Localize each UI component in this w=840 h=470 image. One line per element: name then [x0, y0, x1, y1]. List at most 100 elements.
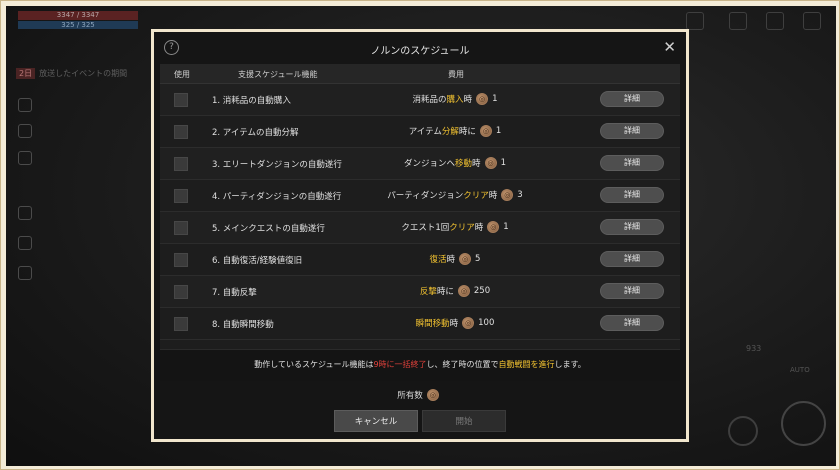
cost-amount: 250	[473, 286, 491, 296]
skill-slot[interactable]	[728, 416, 758, 446]
mp-bar: 325 / 325	[18, 21, 138, 29]
cost-action: 復活	[429, 255, 447, 265]
cost-cell: アイテム 分解 時に ◎ 1	[340, 125, 570, 137]
event-badge: 2日	[16, 68, 36, 79]
cost-prefix: クエスト1回	[401, 223, 450, 233]
cost-action: クリア	[449, 223, 475, 233]
notice-auto-battle: 自動戦闘を進行	[498, 360, 555, 369]
skill-icon[interactable]	[18, 124, 32, 138]
auto-label[interactable]: AUTO	[790, 366, 810, 374]
notice-part-1: 動作しているスケジュール機能は	[254, 360, 374, 369]
detail-button[interactable]: 詳細	[600, 91, 664, 107]
notice-part-2: し、終了時の位置で	[426, 360, 499, 369]
detail-button[interactable]: 詳細	[600, 283, 664, 299]
schedule-table: 使用 支援スケジュール機能 費用 1. 消耗品の自動購入 消耗品の 購入時 ◎ 1 詳細 2…	[160, 64, 680, 381]
detail-button[interactable]: 詳細	[600, 123, 664, 139]
table-row: 4. パーティダンジョンの自動遂行 パーティダンジョン クリア時 ◎ 3 詳細	[160, 180, 680, 212]
gift-icon[interactable]	[18, 236, 32, 250]
hp-bar: 3347 / 3347	[18, 11, 138, 20]
detail-button[interactable]: 詳細	[600, 187, 664, 203]
cost-cell: ダンジョンへ 移動時 ◎ 1	[340, 157, 570, 169]
feature-label: 6. 自動復活/経験値復旧	[212, 256, 303, 266]
cost-suffix: 時に	[436, 287, 454, 297]
cost-amount: 5	[475, 254, 481, 264]
norn-coin-icon: ◎	[501, 189, 514, 201]
cost-suffix: 時	[463, 95, 473, 105]
map-icon[interactable]	[18, 98, 32, 112]
cost-amount: 1	[492, 94, 498, 104]
cost-suffix: 時	[449, 319, 459, 329]
use-checkbox[interactable]	[174, 253, 188, 267]
table-row: 1. 消耗品の自動購入 消耗品の 購入時 ◎ 1 詳細	[160, 84, 680, 116]
dialog-title-bar: ? ノルンのスケジュール ✕	[154, 32, 686, 64]
use-checkbox[interactable]	[174, 125, 188, 139]
cost-action: 移動	[455, 159, 473, 169]
cost-amount: 1	[503, 222, 509, 232]
table-header: 使用 支援スケジュール機能 費用	[160, 64, 680, 84]
detail-button[interactable]: 詳細	[600, 219, 664, 235]
feature-label: 4. パーティダンジョンの自動遂行	[212, 192, 342, 202]
cost-action: 反撃	[419, 287, 437, 297]
cost-prefix: パーティダンジョン	[387, 191, 464, 201]
feature-label: 8. 自動瞬間移動	[212, 320, 274, 330]
dialog-title: ノルンのスケジュール	[370, 46, 470, 57]
start-button[interactable]: 開始	[422, 410, 506, 432]
close-icon[interactable]: ✕	[663, 37, 676, 57]
notice-icon[interactable]	[18, 266, 32, 280]
cost-suffix: 時に	[458, 127, 476, 137]
use-checkbox[interactable]	[174, 157, 188, 171]
norn-coin-icon: ◎	[462, 317, 475, 329]
count-readout: 933	[746, 344, 762, 353]
grid-menu-icon[interactable]	[766, 12, 784, 30]
norn-coin-icon: ◎	[484, 157, 497, 169]
cost-amount: 100	[478, 318, 495, 328]
table-row: 3. エリートダンジョンの自動遂行 ダンジョンへ 移動時 ◎ 1 詳細	[160, 148, 680, 180]
schedule-dialog: ? ノルンのスケジュール ✕ 使用 支援スケジュール機能 費用 1. 消耗品の自…	[151, 29, 689, 442]
cost-cell: 消耗品の 購入時 ◎ 1	[340, 93, 570, 105]
cost-prefix: 消耗品の	[412, 95, 447, 105]
dialog-body: ? ノルンのスケジュール ✕ 使用 支援スケジュール機能 費用 1. 消耗品の自…	[154, 32, 686, 439]
shop-icon[interactable]	[686, 12, 704, 30]
detail-button[interactable]: 詳細	[600, 251, 664, 267]
calendar-icon[interactable]	[18, 206, 32, 220]
cost-suffix: 時	[488, 191, 498, 201]
attack-button[interactable]	[781, 401, 826, 446]
use-checkbox[interactable]	[174, 221, 188, 235]
cost-cell: 瞬間移動時 ◎ 100	[340, 317, 570, 329]
cost-cell: 復活時 ◎ 5	[340, 253, 570, 265]
use-checkbox[interactable]	[174, 285, 188, 299]
detail-button[interactable]: 詳細	[600, 155, 664, 171]
table-row: 6. 自動復活/経験値復旧 復活時 ◎ 5 詳細	[160, 244, 680, 276]
cost-prefix: アイテム	[408, 127, 442, 137]
cost-cell: 反撃 時に ◎ 250	[340, 285, 570, 297]
feature-label: 5. メインクエストの自動遂行	[212, 224, 325, 234]
feature-label: 1. 消耗品の自動購入	[212, 96, 291, 106]
cost-action: 瞬間移動	[415, 319, 450, 329]
use-checkbox[interactable]	[174, 317, 188, 331]
table-row: 7. 自動反撃 反撃 時に ◎ 250 詳細	[160, 276, 680, 308]
norn-coin-icon: ◎	[459, 253, 472, 265]
home-icon[interactable]	[18, 151, 32, 165]
norn-coin-icon: ◎	[479, 125, 492, 137]
cost-cell: クエスト1回 クリア時 ◎ 1	[340, 221, 570, 233]
cost-suffix: 時	[472, 159, 481, 169]
owned-label: 所有数	[397, 391, 423, 401]
event-notice[interactable]: 2日 放送したイベントの期間	[16, 68, 127, 79]
cancel-button[interactable]: キャンセル	[334, 410, 418, 432]
detail-button[interactable]: 詳細	[600, 315, 664, 331]
column-use: 使用	[174, 70, 190, 79]
event-text: 放送したイベントの期間	[39, 69, 128, 78]
cost-suffix: 時	[446, 255, 456, 265]
cost-action: クリア	[463, 191, 489, 201]
feature-label: 7. 自動反撃	[212, 288, 257, 298]
use-checkbox[interactable]	[174, 189, 188, 203]
table-row: 8. 自動瞬間移動 瞬間移動時 ◎ 100 詳細	[160, 308, 680, 340]
cost-action: 分解	[441, 127, 459, 137]
column-feature: 支援スケジュール機能	[238, 70, 318, 79]
feature-label: 2. アイテムの自動分解	[212, 128, 299, 138]
schedule-notice: 動作しているスケジュール機能は9時に一括終了し、終了時の位置で自動戦闘を進行しま…	[160, 349, 680, 381]
use-checkbox[interactable]	[174, 93, 188, 107]
cost-amount: 1	[495, 126, 502, 136]
bell-icon[interactable]	[729, 12, 747, 30]
hamburger-menu-icon[interactable]	[803, 12, 821, 30]
